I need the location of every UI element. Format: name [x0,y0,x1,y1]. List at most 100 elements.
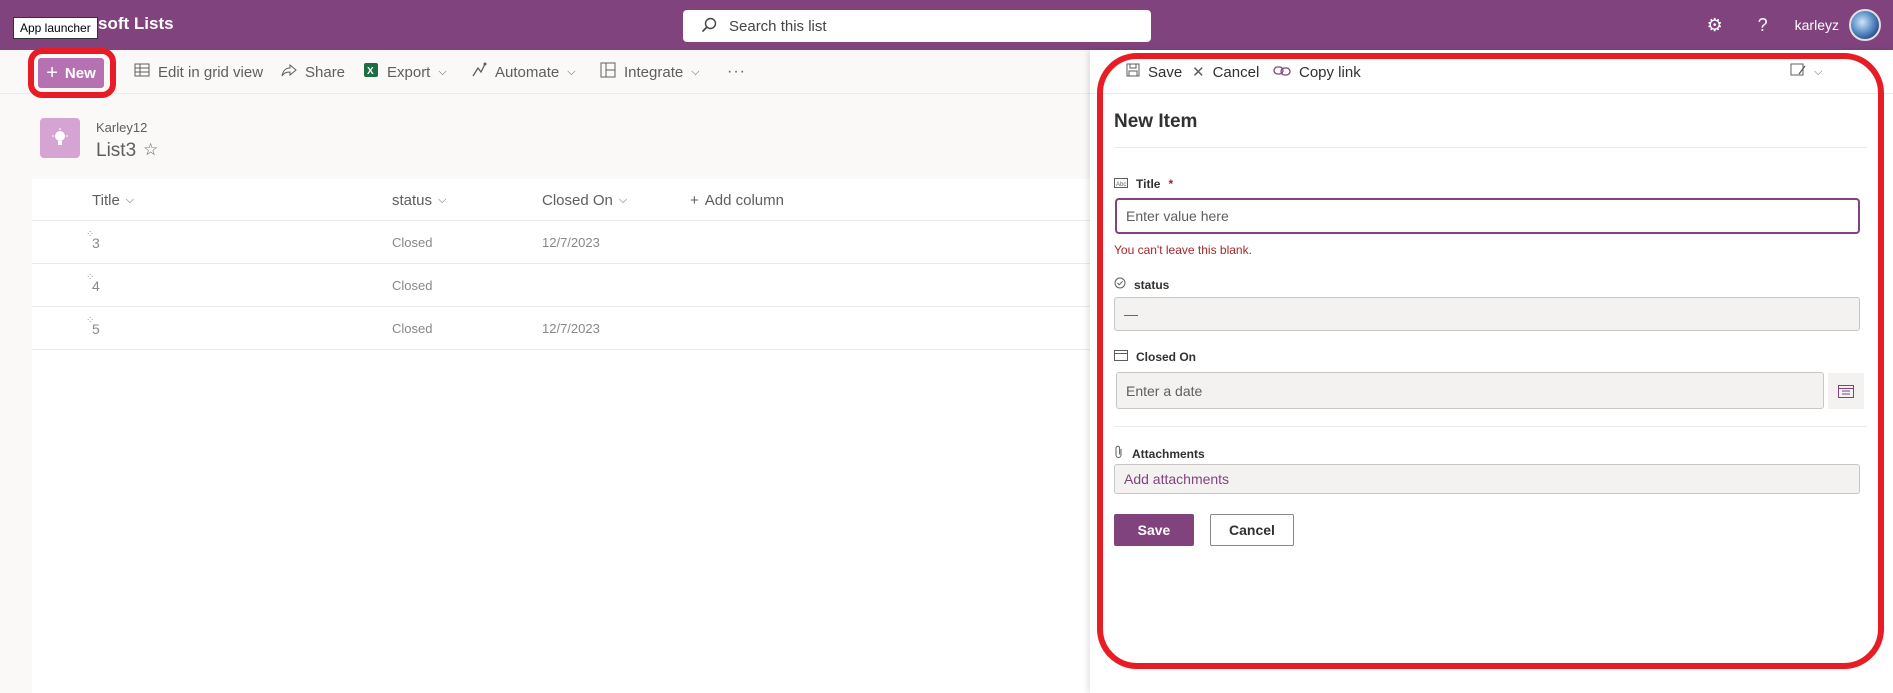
panel-command-bar: Save ✕ Cancel Copy link ⌵ [1090,50,1893,94]
add-column-label: Add column [704,191,784,209]
cell-title[interactable]: 4 [92,264,100,307]
cell-status: Closed [392,235,433,250]
close-icon: ✕ [1192,64,1205,81]
cell-status: Closed [392,321,433,336]
status-dropdown-value: — [1124,306,1138,322]
edit-grid-view-button[interactable]: Edit in grid view [134,50,263,94]
new-item-button[interactable]: + New [38,58,104,88]
svg-text:X: X [367,66,374,77]
export-button[interactable]: X Export ⌵ [363,50,447,94]
new-item-panel: Save ✕ Cancel Copy link ⌵ New Item Abc T… [1090,50,1893,693]
title-error-message: You can't leave this blank. [1114,243,1252,257]
title-field-label: Abc Title * [1114,177,1173,191]
paperclip-icon [1114,445,1124,462]
chevron-down-icon: ⌵ [438,193,447,206]
divider [1114,147,1867,148]
save-button[interactable]: Save [1114,514,1194,546]
attachments-field-label: Attachments [1114,445,1205,462]
divider [1114,426,1867,427]
title-label-text: Title [1136,177,1161,191]
excel-icon: X [363,62,379,82]
copy-link-command[interactable]: Copy link [1273,50,1361,94]
add-column-button[interactable]: + Add column [690,179,784,221]
automate-button[interactable]: Automate ⌵ [471,50,576,94]
export-label: Export [387,63,431,81]
chevron-down-icon: ⌵ [567,65,576,78]
integrate-icon [600,62,616,82]
site-name[interactable]: Karley12 [96,120,147,135]
grid-icon [134,62,150,82]
title-input[interactable]: Enter value here [1115,198,1860,234]
column-title-label: Title [92,191,120,209]
title-input-placeholder: Enter value here [1126,208,1229,224]
closed-on-label-text: Closed On [1136,349,1197,364]
column-header-status[interactable]: status ⌵ [392,179,446,221]
search-box[interactable]: Search this list [683,10,1151,42]
column-closed-on-label: Closed On [542,191,613,209]
status-label-text: status [1134,277,1170,292]
list-name: List3 [96,140,137,161]
table-row[interactable]: ⁘ 4 Closed [32,264,1090,307]
chevron-down-icon: ⌵ [438,65,447,78]
edit-grid-view-label: Edit in grid view [158,63,264,81]
attachments-label-text: Attachments [1132,446,1205,461]
share-button[interactable]: Share [281,50,345,94]
help-icon[interactable]: ? [1739,0,1787,50]
chevron-down-icon: ⌵ [618,193,628,206]
column-header-closed-on[interactable]: Closed On ⌵ [542,179,627,221]
edit-form-button[interactable]: ⌵ [1790,50,1822,94]
column-status-label: status [392,191,433,209]
favorite-star-icon[interactable]: ☆ [143,140,158,160]
suite-right: ⚙ ? karleyz [1691,0,1893,50]
avatar[interactable] [1849,9,1881,41]
table-row[interactable]: ⁘ 5 Closed 12/7/2023 [32,307,1090,350]
cell-closed-on: 12/7/2023 [542,321,600,336]
list-grid: Title ⌵ status ⌵ Closed On ⌵ + Add colum… [32,179,1090,693]
plus-icon: + [690,191,699,209]
plus-icon: + [46,61,58,84]
choice-check-icon [1114,277,1126,292]
search-placeholder: Search this list [729,17,827,35]
edit-form-icon [1790,63,1806,81]
date-input-placeholder: Enter a date [1126,382,1203,399]
chevron-down-icon: ⌵ [125,193,135,206]
column-header-title[interactable]: Title ⌵ [92,179,134,221]
integrate-button[interactable]: Integrate ⌵ [600,50,700,94]
link-icon [1273,64,1291,81]
cancel-button[interactable]: Cancel [1210,514,1294,546]
closed-on-field-label: Closed On [1114,349,1196,364]
settings-gear-icon[interactable]: ⚙ [1691,0,1739,50]
add-attachments-button[interactable]: Add attachments [1114,464,1860,494]
integrate-label: Integrate [624,63,684,81]
required-marker: * [1168,177,1174,191]
cell-closed-on: 12/7/2023 [542,235,600,250]
status-field-label: status [1114,277,1169,292]
panel-save-command[interactable]: Save [1126,50,1182,94]
calendar-icon [1114,349,1128,364]
list-lightbulb-icon [40,118,80,158]
panel-cancel-label: Cancel [1212,63,1260,81]
status-dropdown[interactable]: — [1114,297,1860,331]
table-row[interactable]: ⁘ 3 Closed 12/7/2023 [32,221,1090,264]
suite-bar: soft Lists Search this list ⚙ ? karleyz [0,0,1893,50]
panel-heading: New Item [1114,111,1198,132]
add-attachments-label: Add attachments [1124,471,1230,487]
grid-header: Title ⌵ status ⌵ Closed On ⌵ + Add colum… [32,179,1090,221]
date-input[interactable]: Enter a date [1116,372,1824,409]
new-label: New [64,64,96,82]
automate-label: Automate [495,63,560,81]
username[interactable]: karleyz [1795,17,1839,33]
panel-cancel-command[interactable]: ✕ Cancel [1192,50,1259,94]
cell-title[interactable]: 3 [92,221,100,264]
more-options-button[interactable]: ··· [727,50,746,94]
app-title[interactable]: soft Lists [98,14,174,34]
chevron-down-icon: ⌵ [1814,65,1823,78]
date-picker-calendar-icon[interactable] [1828,373,1864,409]
search-icon [701,17,717,36]
app-launcher-tooltip: App launcher [13,17,98,39]
cell-title[interactable]: 5 [92,307,100,350]
share-icon [281,62,297,82]
chevron-down-icon: ⌵ [691,65,700,78]
text-field-icon: Abc [1114,177,1128,191]
copy-link-label: Copy link [1299,63,1361,81]
